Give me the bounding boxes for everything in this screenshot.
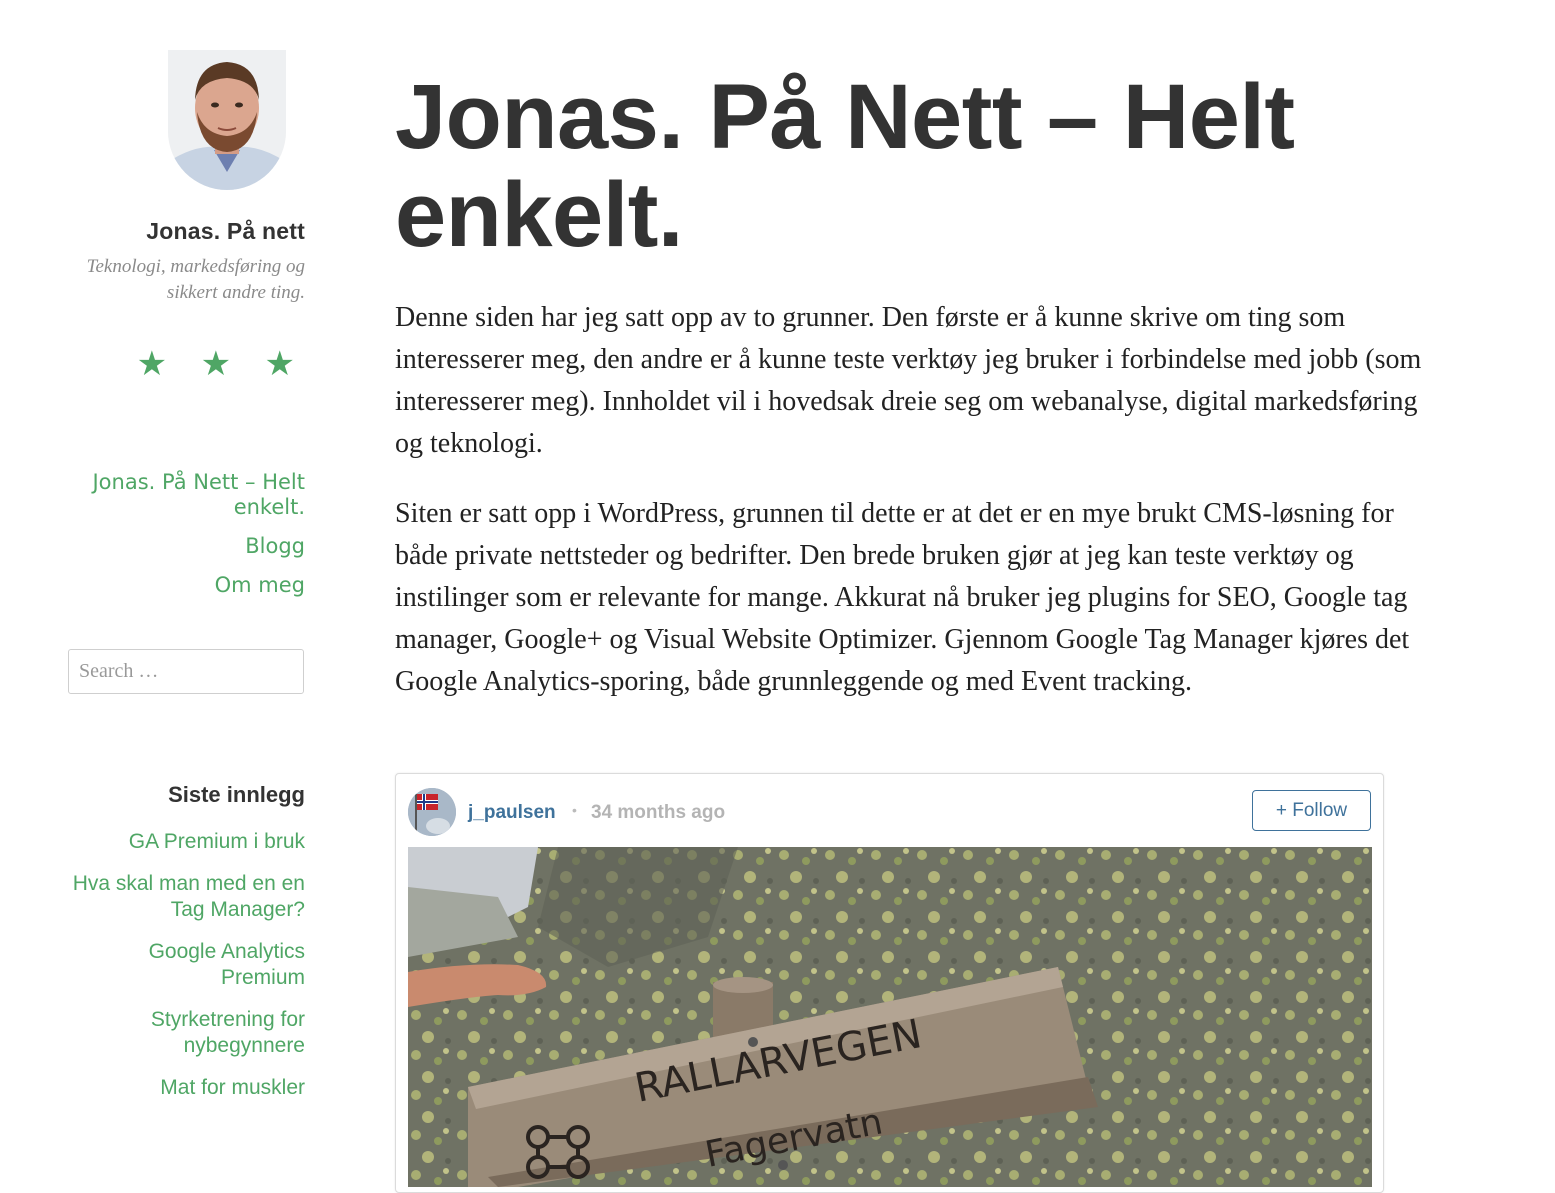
nav-item-om-meg[interactable]: Om meg	[60, 573, 305, 598]
page-body: Denne siden har jeg satt opp av to grunn…	[395, 297, 1425, 731]
recent-post-link[interactable]: Mat for muskler	[60, 1075, 305, 1101]
decorative-stars: ★ ★ ★	[113, 344, 295, 384]
embed-user-avatar[interactable]	[408, 788, 456, 836]
author-avatar[interactable]	[168, 50, 286, 190]
body-paragraph: Denne siden har jeg satt opp av to grunn…	[395, 302, 1422, 459]
recent-post-link[interactable]: Hva skal man med en en Tag Manager?	[60, 871, 305, 923]
recent-post-link[interactable]: Google Analytics Premium	[60, 939, 305, 991]
recent-posts-list: GA Premium i bruk Hva skal man med en en…	[60, 829, 305, 1117]
recent-post-link[interactable]: Styrketrening for nybegynnere	[60, 1007, 305, 1059]
follow-button[interactable]: + Follow	[1252, 790, 1371, 831]
star-icon: ★	[264, 345, 295, 383]
flag-avatar-icon	[408, 788, 456, 836]
recent-post-link[interactable]: GA Premium i bruk	[60, 829, 305, 855]
separator-dot: •	[572, 802, 577, 818]
star-icon: ★	[200, 345, 232, 383]
main-navigation: Jonas. På Nett – Helt enkelt. Blogg Om m…	[60, 470, 305, 612]
embed-timestamp[interactable]: 34 months ago	[591, 802, 725, 824]
star-icon: ★	[136, 345, 168, 383]
search-input[interactable]: Search …	[68, 649, 304, 694]
body-paragraph: Siten er satt opp i WordPress, grunnen t…	[395, 498, 1410, 697]
embed-photo[interactable]: RALLARVEGEN Fagervatn	[408, 847, 1372, 1187]
author-photo	[168, 50, 286, 190]
sign-photo: RALLARVEGEN Fagervatn	[408, 847, 1372, 1187]
instagram-embed: j_paulsen • 34 months ago + Follow RALLA…	[395, 773, 1384, 1193]
nav-item-blogg[interactable]: Blogg	[60, 534, 305, 559]
site-title[interactable]: Jonas. På nett	[60, 218, 305, 245]
nav-item-home[interactable]: Jonas. På Nett – Helt enkelt.	[60, 470, 305, 520]
site-description: Teknologi, markedsføring og sikkert andr…	[86, 256, 305, 303]
recent-posts-heading: Siste innlegg	[168, 782, 305, 807]
embed-username[interactable]: j_paulsen	[468, 802, 556, 824]
page-title: Jonas. På Nett – Helt enkelt.	[395, 66, 1295, 266]
